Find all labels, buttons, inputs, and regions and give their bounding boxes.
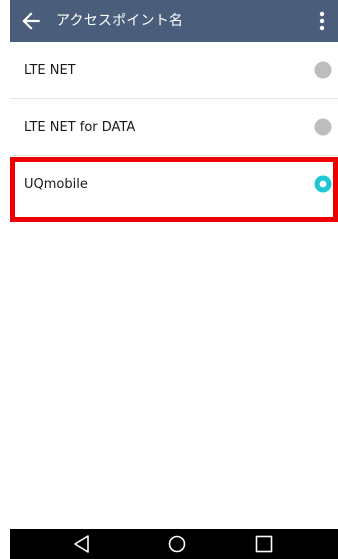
circle-home-icon[interactable] (166, 534, 188, 554)
arrow-back-icon[interactable] (18, 8, 44, 34)
navigation-bar (10, 529, 338, 559)
triangle-back-icon[interactable] (71, 534, 93, 554)
apn-item-lte-net-for-data[interactable]: LTE NET for DATA (10, 99, 338, 156)
apn-item-label: LTE NET for DATA (24, 120, 136, 135)
radio-selected-icon[interactable] (314, 175, 332, 193)
apn-item-label: LTE NET (24, 63, 76, 78)
radio-unselected-icon[interactable] (314, 61, 332, 79)
app-bar: アクセスポイント名 (10, 0, 338, 42)
radio-unselected-icon[interactable] (314, 118, 332, 136)
apn-item-label: UQmobile (24, 177, 88, 192)
apn-list: LTE NET LTE NET for DATA UQmobile (10, 42, 338, 213)
more-vert-icon[interactable] (314, 8, 330, 34)
square-recent-icon[interactable] (253, 534, 275, 554)
apn-item-uqmobile[interactable]: UQmobile (10, 156, 338, 213)
apn-item-lte-net[interactable]: LTE NET (10, 42, 338, 99)
page-title: アクセスポイント名 (56, 13, 184, 29)
